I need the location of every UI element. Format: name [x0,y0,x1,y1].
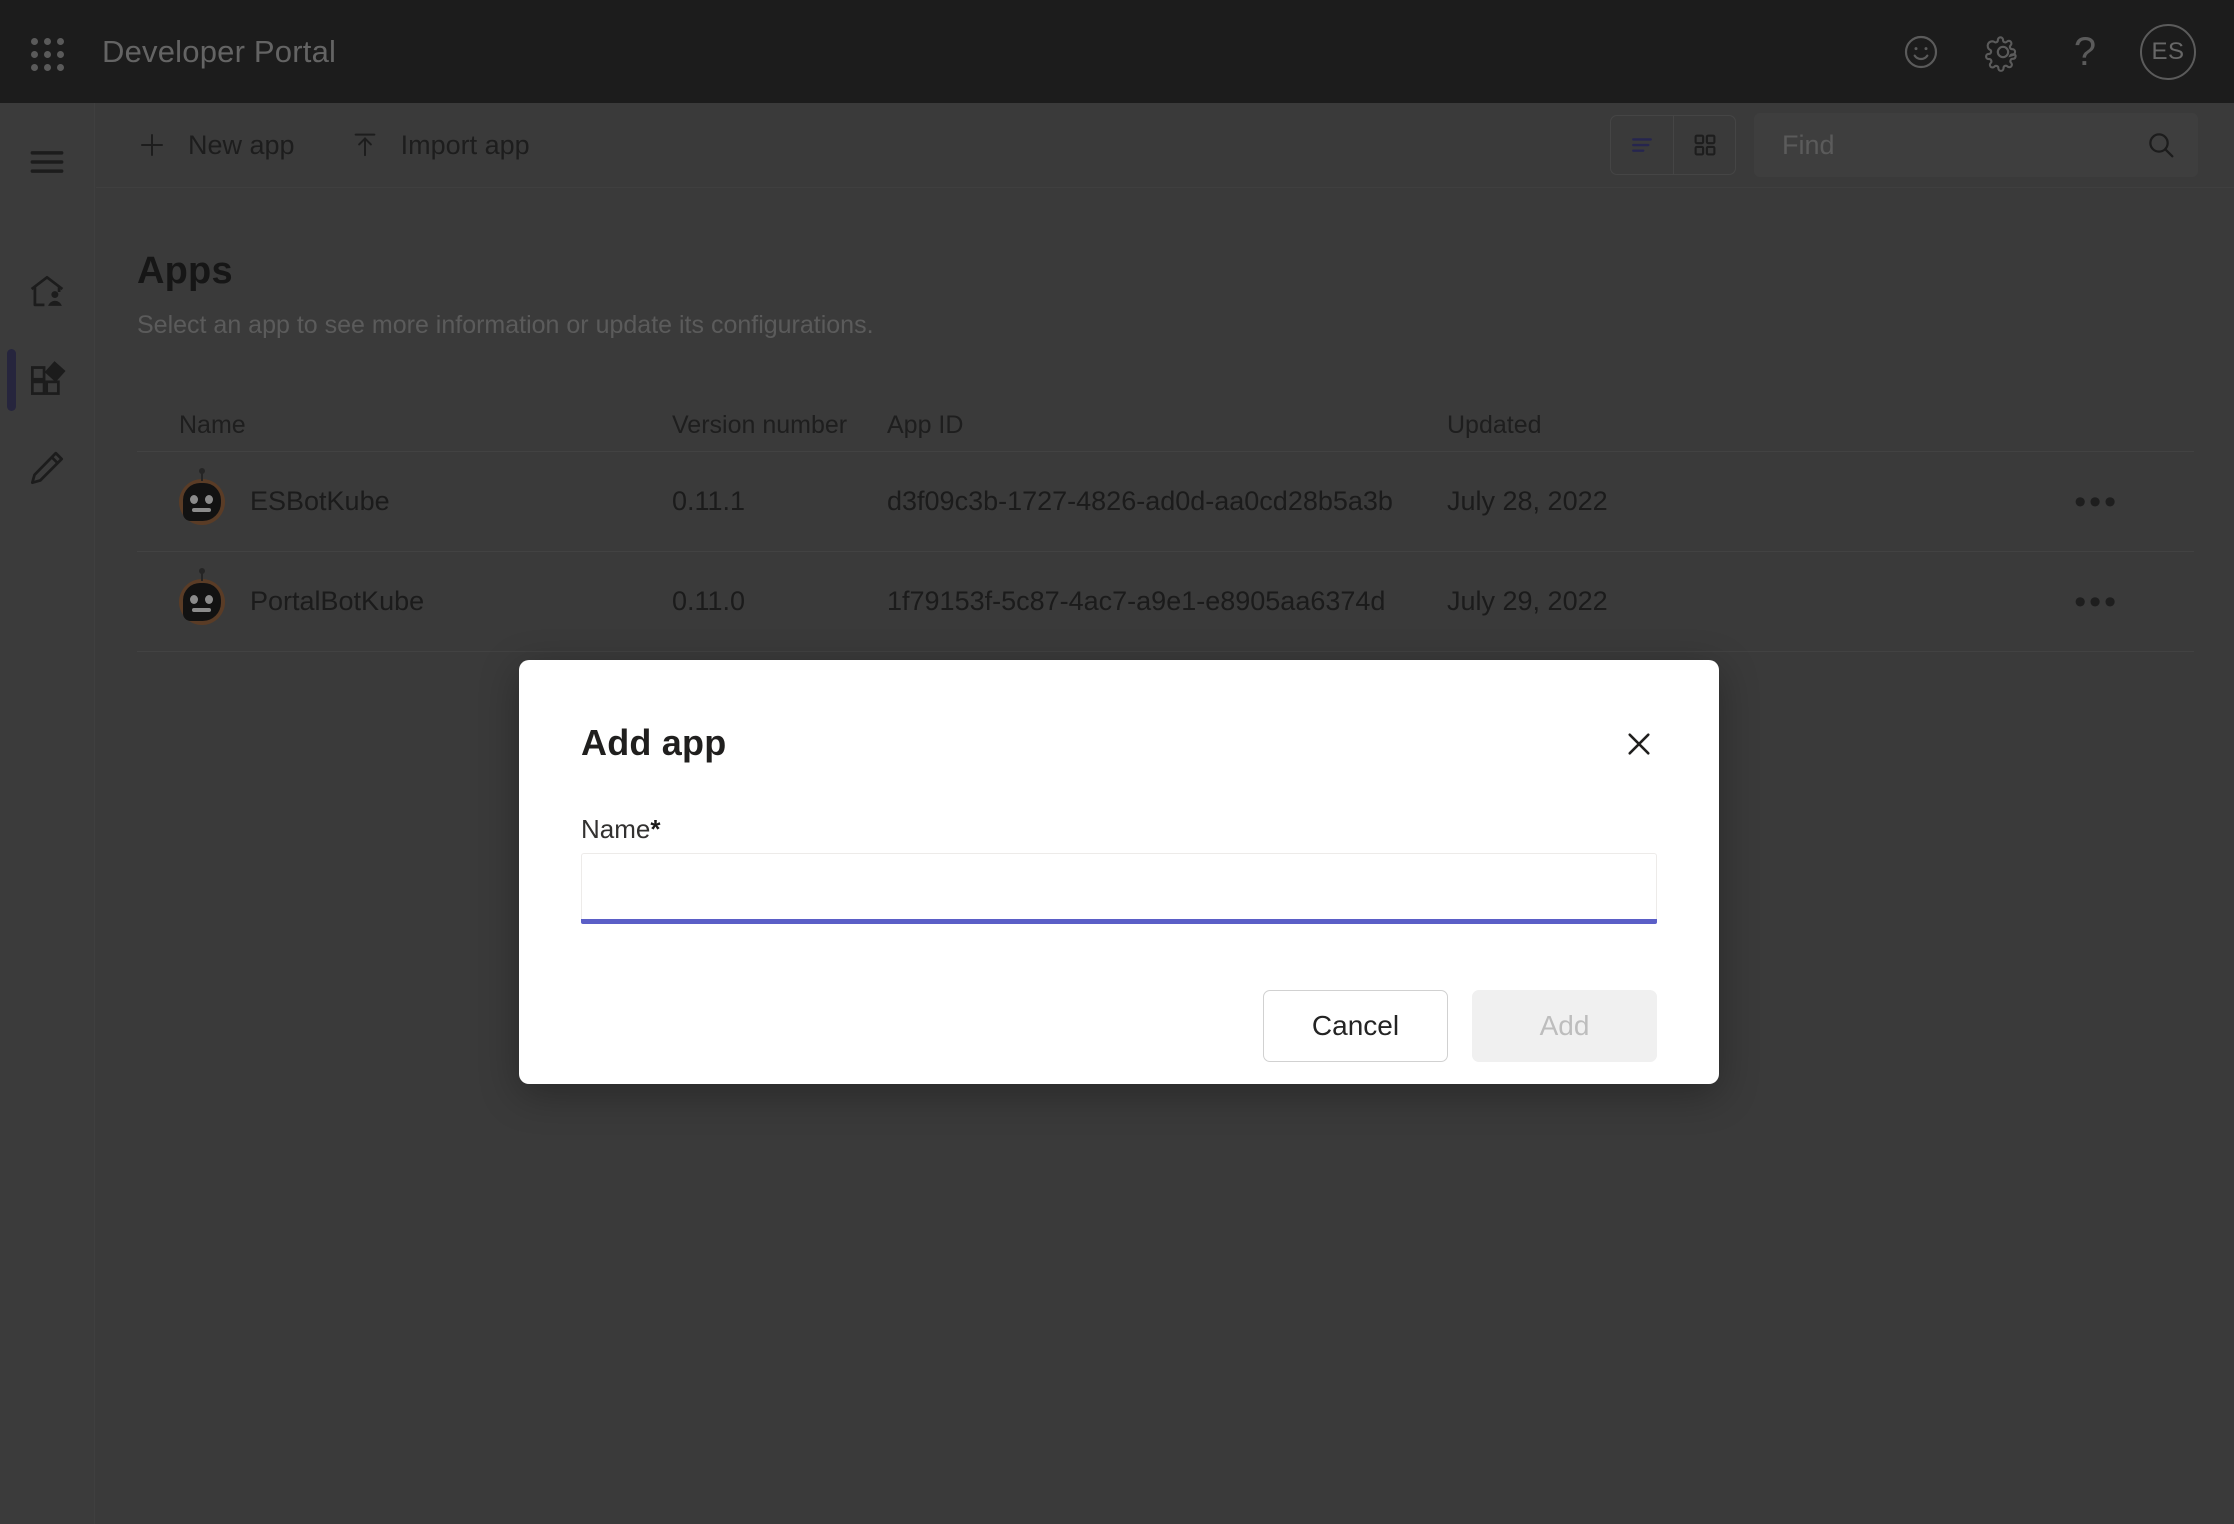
dialog-title: Add app [581,722,727,763]
name-field-label: Name* [581,814,1657,845]
name-input-focus-underline [581,919,1657,924]
name-label-text: Name [581,814,651,844]
name-field-group: Name* [581,814,1657,924]
app-root: Developer Portal ? ES New app Import app… [0,0,2234,1524]
add-button: Add [1472,990,1657,1062]
name-input[interactable] [582,854,1656,919]
close-x-icon[interactable] [1613,718,1665,770]
name-input-wrap [581,853,1657,919]
dialog-header: Add app [581,722,1657,770]
dialog-actions: Cancel Add [581,990,1657,1062]
required-asterisk: * [650,814,661,844]
add-app-dialog: Add app Name* Cancel Add [519,660,1719,1084]
cancel-button[interactable]: Cancel [1263,990,1448,1062]
